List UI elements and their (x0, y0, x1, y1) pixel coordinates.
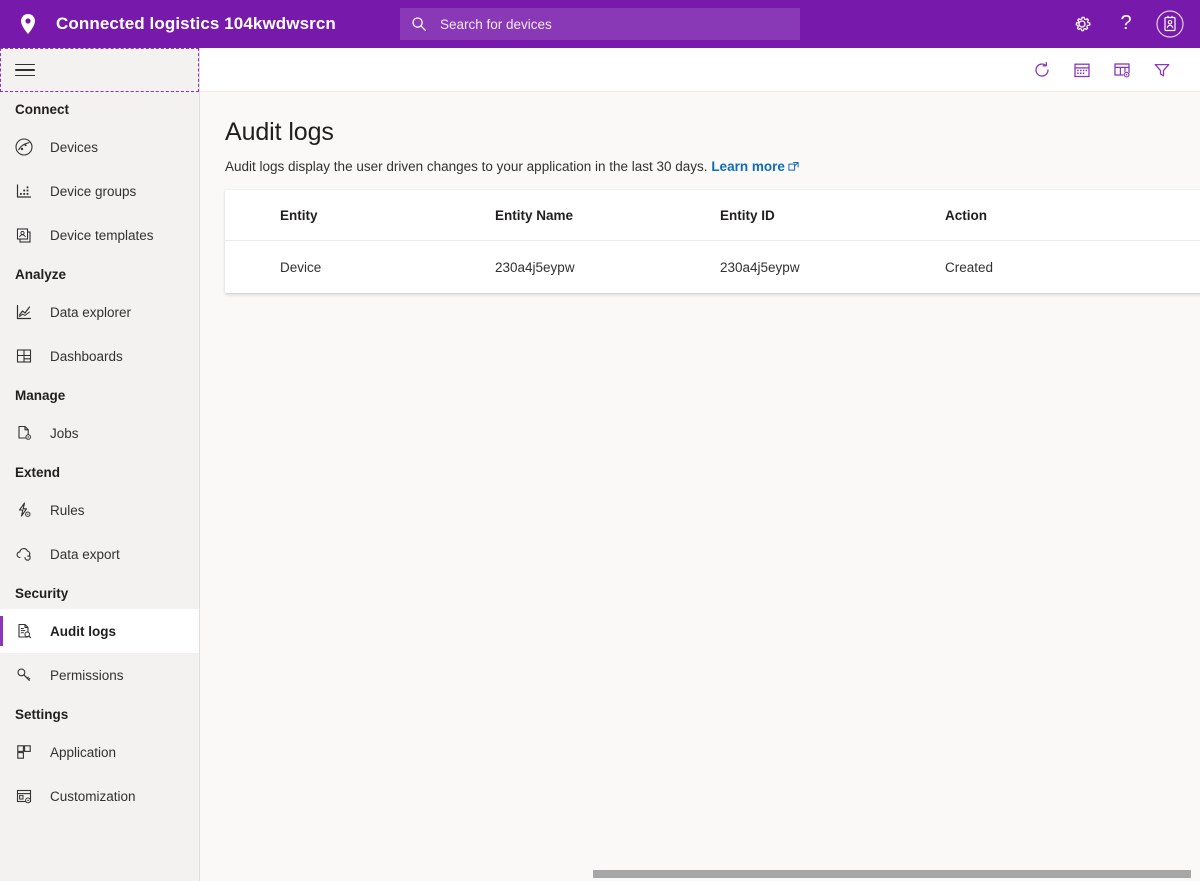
main-content: Audit logs Audit logs display the user d… (200, 92, 1200, 881)
column-options-icon[interactable] (1102, 50, 1142, 90)
horizontal-scrollbar[interactable] (401, 867, 1200, 881)
sidebar-item-permissions[interactable]: Permissions (0, 653, 199, 697)
sidebar-item-application[interactable]: Application (0, 730, 199, 774)
devices-icon (12, 135, 36, 159)
sidebar-item-label: Data explorer (50, 305, 131, 320)
nav-group-connect: Connect (0, 92, 199, 125)
cloud-export-icon (12, 542, 36, 566)
sidebar: Connect Devices Device groups (0, 48, 200, 881)
page-description: Audit logs display the user driven chang… (200, 147, 1200, 175)
search-icon (410, 15, 428, 33)
sidebar-item-label: Devices (50, 140, 98, 155)
sidebar-item-jobs[interactable]: Jobs (0, 411, 199, 455)
sidebar-item-dashboards[interactable]: Dashboards (0, 334, 199, 378)
column-header-entity-id[interactable]: Entity ID (720, 208, 945, 223)
table-header-row: Entity Entity Name Entity ID Action (225, 190, 1200, 241)
refresh-icon[interactable] (1022, 50, 1062, 90)
sidebar-item-label: Customization (50, 789, 136, 804)
audit-logs-table: Entity Entity Name Entity ID Action Devi… (225, 190, 1200, 293)
external-link-icon (788, 160, 799, 175)
horizontal-scrollbar-thumb[interactable] (593, 870, 1191, 878)
jobs-icon (12, 421, 36, 445)
sidebar-item-label: Device groups (50, 184, 136, 199)
nav-group-extend: Extend (0, 455, 199, 488)
search-input[interactable] (438, 16, 790, 33)
page-description-text: Audit logs display the user driven chang… (225, 159, 708, 174)
page-title: Audit logs (200, 92, 1200, 147)
sidebar-item-label: Permissions (50, 668, 124, 683)
dashboard-grid-icon (12, 344, 36, 368)
application-tiles-icon (12, 740, 36, 764)
location-pin-icon (14, 10, 42, 38)
sidebar-item-audit-logs[interactable]: Audit logs (0, 609, 199, 653)
sidebar-item-label: Rules (50, 503, 85, 518)
app-header: Connected logistics 104kwdwsrcn ? (0, 0, 1200, 48)
nav-group-analyze: Analyze (0, 257, 199, 290)
search-box[interactable] (400, 8, 800, 40)
cell-entity: Device (225, 260, 495, 275)
line-chart-icon (12, 300, 36, 324)
header-actions: ? (1060, 0, 1192, 48)
sidebar-item-customization[interactable]: Customization (0, 774, 199, 818)
device-templates-icon (12, 223, 36, 247)
nav-group-settings: Settings (0, 697, 199, 730)
app-title: Connected logistics 104kwdwsrcn (56, 14, 336, 34)
learn-more-link[interactable]: Learn more (711, 159, 785, 174)
sidebar-item-device-templates[interactable]: Device templates (0, 213, 199, 257)
learn-more-label: Learn more (711, 159, 785, 174)
column-header-entity-name[interactable]: Entity Name (495, 208, 720, 223)
sidebar-item-device-groups[interactable]: Device groups (0, 169, 199, 213)
account-badge-icon[interactable] (1148, 0, 1192, 48)
command-bar (200, 48, 1200, 92)
sidebar-item-devices[interactable]: Devices (0, 125, 199, 169)
device-groups-icon (12, 179, 36, 203)
column-header-entity[interactable]: Entity (225, 208, 495, 223)
sidebar-item-label: Audit logs (50, 624, 116, 639)
sidebar-item-data-explorer[interactable]: Data explorer (0, 290, 199, 334)
sidebar-item-label: Application (50, 745, 116, 760)
filter-icon[interactable] (1142, 50, 1182, 90)
sidebar-item-label: Dashboards (50, 349, 123, 364)
nav-group-security: Security (0, 576, 199, 609)
nav-group-manage: Manage (0, 378, 199, 411)
sidebar-item-label: Data export (50, 547, 120, 562)
cell-entity-id: 230a4j5eypw (720, 260, 945, 275)
sidebar-item-data-export[interactable]: Data export (0, 532, 199, 576)
key-icon (12, 663, 36, 687)
sidebar-item-label: Jobs (50, 426, 79, 441)
calendar-icon[interactable] (1062, 50, 1102, 90)
hamburger-menu-icon[interactable] (1, 49, 49, 91)
hamburger-row (0, 48, 199, 92)
table-row[interactable]: Device 230a4j5eypw 230a4j5eypw Created (225, 241, 1200, 293)
audit-log-icon (12, 619, 36, 643)
cell-entity-name: 230a4j5eypw (495, 260, 720, 275)
sidebar-item-rules[interactable]: Rules (0, 488, 199, 532)
brand[interactable]: Connected logistics 104kwdwsrcn (0, 0, 336, 48)
rules-bolt-icon (12, 498, 36, 522)
cell-action: Created (945, 260, 1170, 275)
settings-icon[interactable] (1060, 0, 1104, 48)
help-icon[interactable]: ? (1104, 0, 1148, 48)
sidebar-item-label: Device templates (50, 228, 154, 243)
column-header-action[interactable]: Action (945, 208, 1170, 223)
customization-icon (12, 784, 36, 808)
